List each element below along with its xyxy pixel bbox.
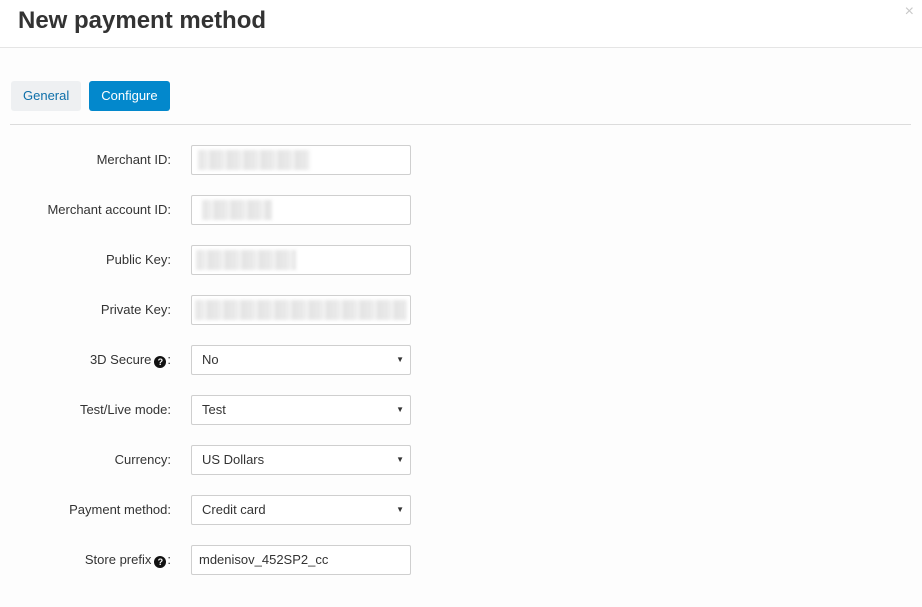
3d-secure-label: 3D Secure?: — [90, 345, 171, 375]
merchant-id-label: Merchant ID: — [96, 152, 171, 167]
currency-row: Currency: US Dollars ▼ — [0, 445, 922, 495]
tab-general[interactable]: General — [11, 81, 82, 111]
tab-configure[interactable]: Configure — [89, 81, 170, 111]
public-key-input[interactable] — [191, 245, 411, 275]
configure-form: Merchant ID: Merchant account ID: Public… — [0, 145, 922, 595]
payment-method-label: Payment method: — [69, 502, 171, 517]
mode-select[interactable]: Test ▼ — [191, 395, 411, 425]
merchant-account-id-row: Merchant account ID: — [0, 195, 922, 245]
currency-select[interactable]: US Dollars ▼ — [191, 445, 411, 475]
store-prefix-label: Store prefix?: — [85, 545, 171, 575]
public-key-row: Public Key: — [0, 245, 922, 295]
payment-method-row: Payment method: Credit card ▼ — [0, 495, 922, 545]
mode-value: Test — [202, 402, 226, 417]
currency-value: US Dollars — [202, 452, 265, 467]
private-key-row: Private Key: — [0, 295, 922, 345]
payment-method-value: Credit card — [202, 502, 266, 517]
3d-secure-label-text: 3D Secure — [89, 352, 152, 367]
payment-method-select[interactable]: Credit card ▼ — [191, 495, 411, 525]
mode-label: Test/Live mode: — [79, 402, 171, 417]
store-prefix-row: Store prefix?: mdenisov_452SP2_cc — [0, 545, 922, 595]
question-circle-icon[interactable]: ? — [154, 356, 167, 368]
tabs-divider — [10, 124, 911, 125]
caret-down-icon: ▼ — [396, 355, 404, 364]
store-prefix-input[interactable]: mdenisov_452SP2_cc — [191, 545, 411, 575]
3d-secure-select[interactable]: No ▼ — [191, 345, 411, 375]
label-colon: : — [167, 552, 171, 567]
caret-down-icon: ▼ — [396, 455, 404, 464]
redacted-value — [195, 300, 407, 320]
merchant-account-id-input[interactable] — [191, 195, 411, 225]
redacted-value — [198, 150, 310, 170]
mode-row: Test/Live mode: Test ▼ — [0, 395, 922, 445]
modal-title: New payment method — [18, 7, 267, 34]
public-key-label: Public Key: — [105, 252, 171, 267]
merchant-id-row: Merchant ID: — [0, 145, 922, 195]
store-prefix-value: mdenisov_452SP2_cc — [199, 552, 329, 567]
3d-secure-value: No — [202, 352, 219, 367]
private-key-input[interactable] — [191, 295, 411, 325]
tab-bar: General Configure — [11, 81, 170, 111]
store-prefix-label-text: Store prefix — [84, 552, 152, 567]
question-circle-icon[interactable]: ? — [154, 556, 167, 568]
label-colon: : — [167, 352, 171, 367]
close-icon[interactable]: × — [905, 4, 914, 20]
currency-label: Currency: — [114, 452, 171, 467]
caret-down-icon: ▼ — [396, 505, 404, 514]
merchant-account-id-label: Merchant account ID: — [47, 202, 171, 217]
3d-secure-row: 3D Secure?: No ▼ — [0, 345, 922, 395]
caret-down-icon: ▼ — [396, 405, 404, 414]
redacted-value — [202, 200, 272, 220]
private-key-label: Private Key: — [100, 302, 171, 317]
merchant-id-input[interactable] — [191, 145, 411, 175]
redacted-value — [196, 250, 296, 270]
modal-header: New payment method × — [0, 0, 922, 48]
